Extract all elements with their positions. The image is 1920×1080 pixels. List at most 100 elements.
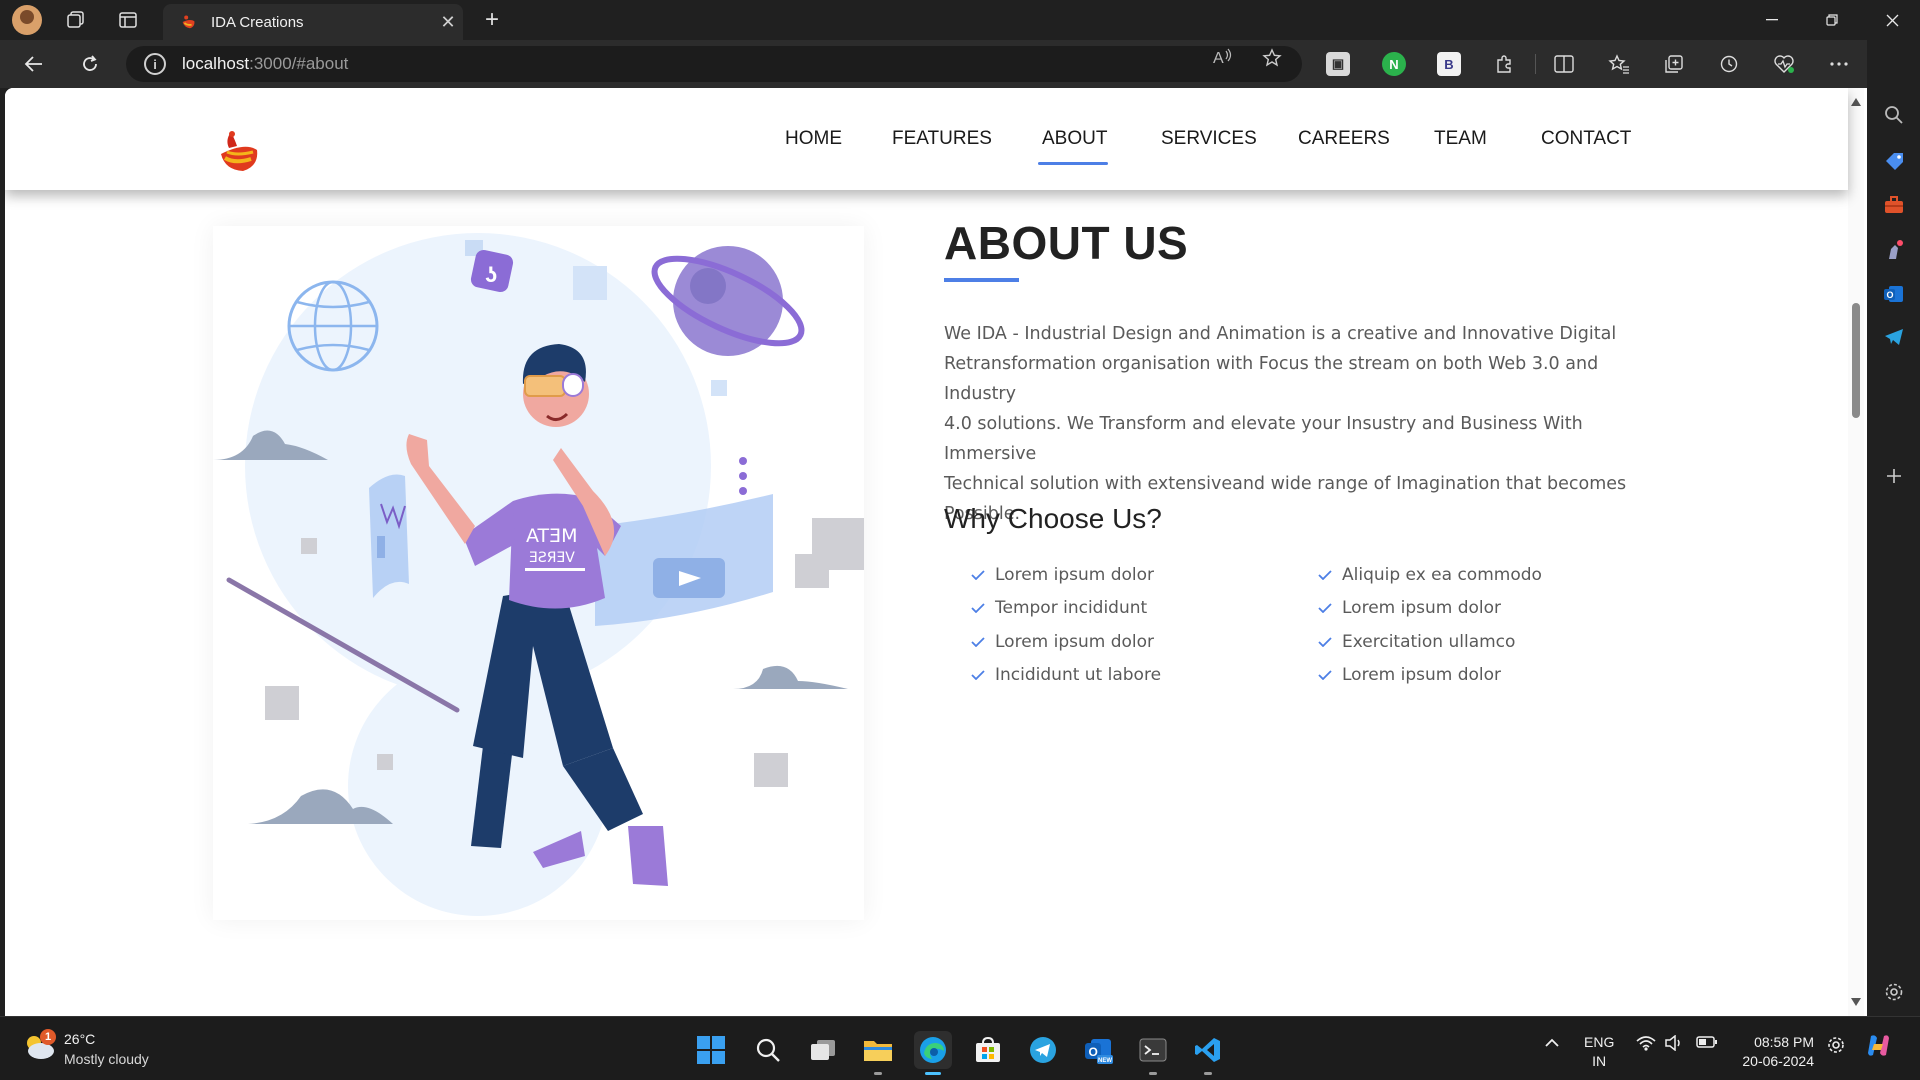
nav-features[interactable]: FEATURES — [892, 128, 992, 150]
list-item: Lorem ipsum dolor — [1318, 659, 1542, 693]
microsoft-store-icon[interactable] — [969, 1031, 1007, 1069]
tab-title: IDA Creations — [211, 13, 304, 31]
feature-label: Tempor incididunt — [995, 598, 1148, 619]
battery-icon[interactable] — [1696, 1035, 1718, 1054]
url-host: localhost — [182, 54, 250, 73]
browser-toolbar: i localhost:3000/#about A ▣ N B — [0, 40, 1920, 88]
check-icon — [1318, 603, 1332, 614]
clock-time: 08:58 PM — [1754, 1034, 1814, 1050]
tab-actions-icon[interactable] — [114, 6, 142, 34]
new-tab-button[interactable]: + — [478, 6, 506, 34]
windows-taskbar: 1 26°C Mostly cloudy O NEW ENG IN 08:58 … — [0, 1016, 1920, 1080]
tag-icon[interactable] — [1880, 148, 1908, 176]
svg-text:A: A — [1213, 50, 1224, 66]
lang-region: IN — [1592, 1053, 1607, 1069]
tools-icon[interactable] — [1880, 191, 1908, 219]
task-view-icon[interactable] — [804, 1031, 842, 1069]
outlook-new-icon[interactable]: O NEW — [1079, 1031, 1117, 1069]
read-aloud-icon[interactable]: A — [1209, 48, 1237, 71]
add-icon[interactable] — [1880, 462, 1908, 490]
file-explorer-icon[interactable] — [859, 1031, 897, 1075]
collections-icon[interactable] — [1660, 50, 1688, 78]
svg-text:O: O — [1089, 1045, 1098, 1059]
check-icon — [1318, 570, 1332, 580]
start-windows-icon[interactable] — [692, 1031, 730, 1069]
about-title-underline — [944, 278, 1019, 282]
about-paragraph-line: Retransformation organisation with Focus… — [944, 354, 1599, 404]
nav-home[interactable]: HOME — [785, 128, 842, 150]
notification-settings-icon[interactable] — [1826, 1035, 1846, 1060]
about-paragraph-line: 4.0 solutions. We Transform and elevate … — [944, 414, 1583, 464]
feature-label: Exercitation ullamco — [1342, 631, 1516, 652]
nav-about[interactable]: ABOUT — [1042, 128, 1107, 150]
extension-b-icon[interactable]: B — [1437, 52, 1461, 76]
running-indicator — [1149, 1072, 1157, 1075]
nav-contact[interactable]: CONTACT — [1541, 128, 1631, 150]
minimize-icon[interactable] — [1742, 0, 1802, 40]
volume-icon[interactable] — [1664, 1034, 1684, 1056]
copilot-preview-icon[interactable] — [1864, 1031, 1894, 1066]
back-arrow-icon[interactable] — [18, 50, 50, 78]
close-window-icon[interactable] — [1862, 0, 1920, 40]
nav-services[interactable]: SERVICES — [1161, 128, 1257, 150]
features-list-right: Aliquip ex ea commodo Lorem ipsum dolor … — [1318, 558, 1542, 692]
extension-contacts-icon[interactable]: ▣ — [1326, 52, 1350, 76]
scroll-up-arrow-icon[interactable] — [1851, 98, 1861, 106]
site-info-icon[interactable]: i — [144, 53, 166, 75]
refresh-icon[interactable] — [74, 50, 106, 78]
browser-tab-active[interactable]: IDA Creations ✕ — [163, 4, 463, 40]
about-paragraph-line: Technical solution with extensiveand wid… — [944, 474, 1627, 494]
settings-icon[interactable] — [1880, 978, 1908, 1006]
list-item: Tempor incididunt — [971, 592, 1161, 626]
ida-logo[interactable] — [215, 126, 263, 174]
url-path: :3000/#about — [249, 54, 349, 73]
svg-text:ʖ: ʖ — [485, 262, 497, 287]
favorite-star-icon[interactable] — [1258, 48, 1286, 73]
nav-team[interactable]: TEAM — [1434, 128, 1487, 150]
wifi-icon[interactable] — [1636, 1035, 1656, 1056]
address-bar[interactable]: i localhost:3000/#about — [126, 46, 1302, 82]
scrollbar-thumb[interactable] — [1852, 303, 1860, 418]
list-item: Lorem ipsum dolor — [971, 625, 1161, 659]
more-icon[interactable] — [1825, 50, 1853, 78]
lang-code: ENG — [1584, 1034, 1615, 1050]
profile-avatar[interactable] — [12, 5, 42, 35]
weather-description[interactable]: Mostly cloudy — [64, 1051, 149, 1067]
site-favicon-icon — [182, 15, 195, 29]
terminal-icon[interactable] — [1134, 1031, 1172, 1075]
close-tab-icon[interactable]: ✕ — [433, 12, 463, 33]
list-item: Incididunt ut labore — [971, 659, 1161, 693]
search-icon[interactable] — [1880, 101, 1908, 129]
input-language[interactable]: ENG IN — [1584, 1033, 1614, 1071]
scroll-down-arrow-icon[interactable] — [1851, 998, 1861, 1006]
edge-browser-icon[interactable] — [914, 1031, 952, 1075]
vscode-icon[interactable] — [1189, 1031, 1227, 1075]
feature-label: Lorem ipsum dolor — [995, 564, 1155, 585]
workspaces-icon[interactable] — [62, 6, 90, 34]
browser-essentials-icon[interactable] — [1770, 50, 1798, 78]
extension-n-icon[interactable]: N — [1382, 52, 1406, 76]
extensions-puzzle-icon[interactable] — [1490, 50, 1518, 78]
page-scrollbar[interactable] — [1848, 88, 1864, 1016]
list-item: Lorem ipsum dolor — [971, 558, 1161, 592]
check-icon — [1318, 637, 1332, 647]
nav-careers[interactable]: CAREERS — [1298, 128, 1390, 150]
history-icon[interactable] — [1715, 50, 1743, 78]
list-item: Exercitation ullamco — [1318, 625, 1542, 659]
favorites-icon[interactable] — [1605, 50, 1633, 78]
shirt-text-1: ATƎM — [526, 525, 578, 547]
feature-label: Aliquip ex ea commodo — [1342, 564, 1542, 585]
show-hidden-icons-chevron-up-icon[interactable] — [1544, 1035, 1560, 1053]
restore-icon[interactable] — [1802, 0, 1862, 40]
system-clock[interactable]: 08:58 PM 20-06-2024 — [1736, 1033, 1814, 1071]
outlook-icon[interactable]: O — [1880, 280, 1908, 308]
weather-temperature[interactable]: 26°C — [64, 1031, 95, 1047]
shirt-text-2: ƎƧЯƎV — [529, 550, 575, 566]
about-illustration: ʖ ATƎM ƎƧЯƎV — [213, 226, 864, 920]
taskbar-search-icon[interactable] — [749, 1031, 787, 1069]
telegram-icon[interactable] — [1880, 323, 1908, 351]
games-icon[interactable] — [1880, 236, 1908, 264]
telegram-app-icon[interactable] — [1024, 1031, 1062, 1069]
split-screen-icon[interactable] — [1550, 50, 1578, 78]
check-icon — [1318, 670, 1332, 681]
